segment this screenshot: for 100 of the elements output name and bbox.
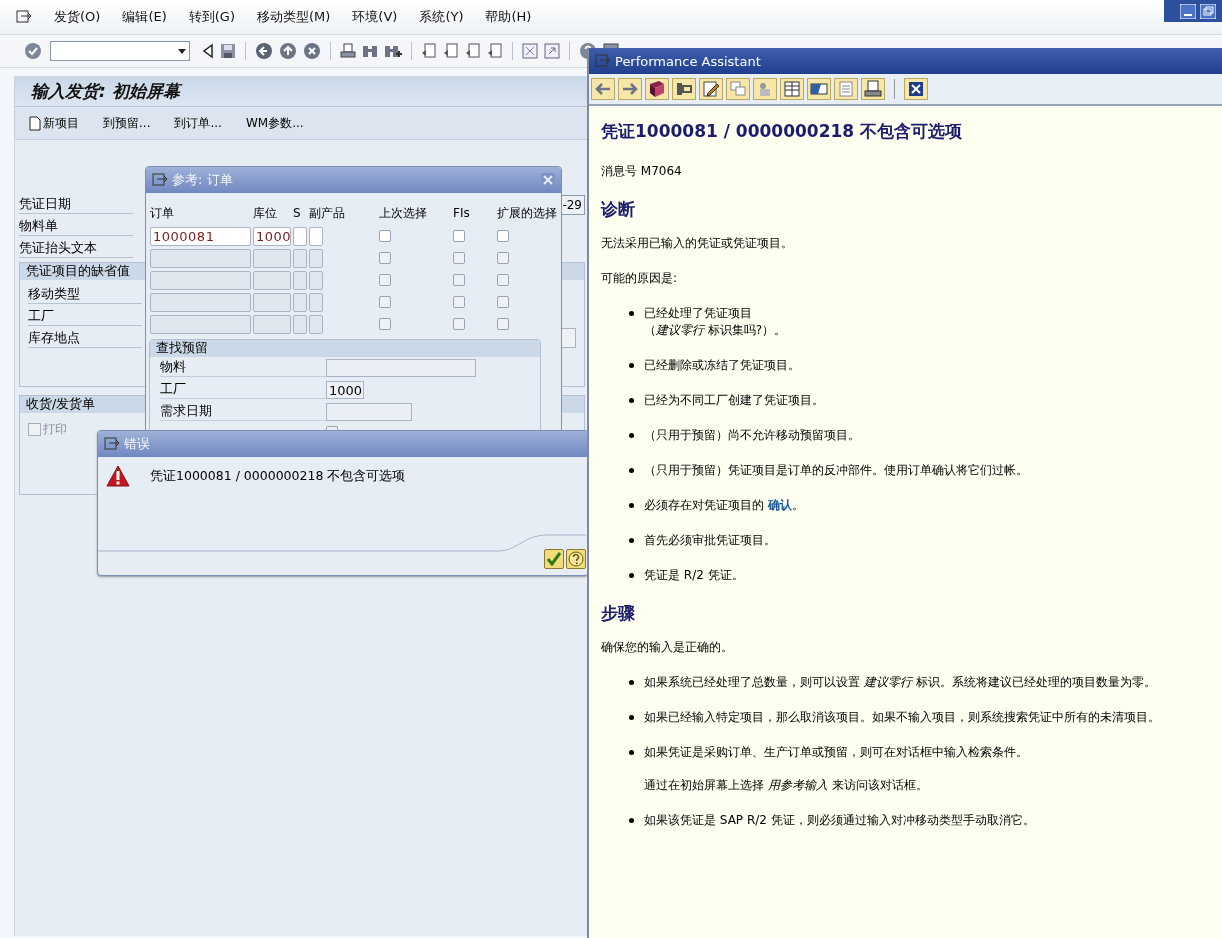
help-text: 必须存在对凭证项目的 确认。 bbox=[644, 497, 804, 514]
field-label: 凭证日期 bbox=[19, 196, 133, 214]
help-text: 已经删除或冻结了凭证项目。 bbox=[644, 357, 800, 374]
help-text: 可能的原因是: bbox=[601, 270, 679, 287]
checkbox[interactable] bbox=[379, 296, 391, 308]
window-menu-icon[interactable] bbox=[152, 173, 168, 187]
window-menu-icon[interactable] bbox=[104, 437, 120, 451]
checkbox[interactable] bbox=[453, 318, 465, 330]
group-title: 收货/发货单 bbox=[26, 396, 96, 413]
storage-field[interactable]: 1000 bbox=[253, 226, 291, 246]
checkbox[interactable] bbox=[379, 230, 391, 242]
printer-button[interactable] bbox=[861, 78, 885, 100]
s-field bbox=[293, 292, 307, 312]
menu-item[interactable]: 移动类型(M) bbox=[256, 8, 331, 26]
input-field[interactable] bbox=[326, 403, 412, 421]
bullet-icon bbox=[629, 818, 634, 823]
up-arrow-circle-icon[interactable] bbox=[279, 42, 297, 60]
column-header: 订单 bbox=[150, 204, 175, 222]
left-arrow-button[interactable] bbox=[591, 78, 615, 100]
menu-item[interactable]: 系统(Y) bbox=[419, 8, 464, 26]
by-product-field bbox=[309, 248, 323, 268]
menu-item[interactable]: 帮助(H) bbox=[485, 8, 532, 26]
checkbox[interactable] bbox=[497, 230, 509, 242]
close-icon[interactable] bbox=[541, 173, 555, 187]
help-text: 确保您的输入是正确的。 bbox=[601, 639, 734, 656]
order-field[interactable]: 1000081 bbox=[150, 226, 251, 246]
triangle-left-icon[interactable] bbox=[202, 43, 214, 59]
toolbar-action[interactable]: 到订单... bbox=[174, 114, 222, 132]
menu-item[interactable]: 转到(G) bbox=[188, 8, 235, 26]
bullet-icon bbox=[629, 503, 634, 508]
menu-item[interactable]: 编辑(E) bbox=[122, 8, 167, 26]
field-label: 凭证抬头文本 bbox=[19, 240, 133, 258]
bullet-icon bbox=[629, 433, 634, 438]
bullet-icon bbox=[629, 573, 634, 578]
field-label: 物料 bbox=[160, 359, 326, 377]
s-field bbox=[293, 270, 307, 290]
checkbox[interactable] bbox=[453, 252, 465, 264]
bullet-icon bbox=[629, 750, 634, 755]
panel-button[interactable] bbox=[807, 78, 831, 100]
help-text: 通过在初始屏幕上选择 用参考输入 来访问该对话框。 bbox=[644, 777, 929, 794]
pencil-button[interactable] bbox=[699, 78, 723, 100]
help-text: （只用于预留）凭证项目是订单的反冲部件。使用订单确认将它们过帐。 bbox=[644, 462, 1028, 479]
close-button[interactable] bbox=[904, 78, 928, 100]
column-header: 扩展的选择 bbox=[497, 204, 558, 222]
input-field[interactable]: 1000 bbox=[326, 381, 364, 399]
group-title: 凭证项目的缺省值 bbox=[26, 263, 130, 280]
menu-item[interactable]: 环境(V) bbox=[352, 8, 398, 26]
tool-button[interactable] bbox=[672, 78, 696, 100]
help-link[interactable]: 确认 bbox=[767, 498, 792, 512]
book-icon bbox=[647, 79, 667, 99]
dialog-title: 错误 bbox=[124, 435, 150, 453]
close-icon bbox=[906, 79, 926, 99]
input-field[interactable] bbox=[326, 359, 476, 377]
help-text: 凭证是 R/2 凭证。 bbox=[644, 567, 744, 584]
pages-icon bbox=[728, 79, 748, 99]
checkbox-label: 打印 bbox=[43, 421, 67, 438]
checkbox[interactable] bbox=[453, 274, 465, 286]
minimize-button[interactable] bbox=[1180, 3, 1196, 19]
help-button[interactable] bbox=[566, 549, 586, 569]
left-arrow-circle-icon[interactable] bbox=[255, 42, 273, 60]
s-field[interactable] bbox=[293, 226, 307, 246]
window-menu-icon[interactable] bbox=[16, 10, 32, 24]
checkbox[interactable] bbox=[497, 318, 509, 330]
help-text: （建议零行 标识集吗?）。 bbox=[644, 322, 787, 339]
list-icon bbox=[836, 79, 856, 99]
toolbar-action[interactable]: 到预留... bbox=[103, 114, 151, 132]
toolbar-action[interactable]: 新项目 bbox=[29, 114, 79, 132]
checkbox[interactable] bbox=[453, 230, 465, 242]
command-field[interactable] bbox=[50, 41, 190, 61]
menu-item[interactable]: 发货(O) bbox=[54, 8, 101, 26]
checkbox[interactable] bbox=[379, 274, 391, 286]
right-arrow-button[interactable] bbox=[618, 78, 642, 100]
bullet-icon bbox=[629, 468, 634, 473]
book-button[interactable] bbox=[645, 78, 669, 100]
column-header: 库位 bbox=[253, 204, 278, 222]
error-message: 凭证1000081 / 0000000218 不包含可选项 bbox=[150, 467, 406, 485]
checkbox[interactable] bbox=[497, 274, 509, 286]
confirm-button[interactable] bbox=[544, 549, 564, 569]
binoculars-plus-icon[interactable] bbox=[384, 43, 402, 59]
checkbox[interactable] bbox=[453, 296, 465, 308]
question-mark-icon bbox=[568, 551, 584, 567]
window-grid-icon[interactable] bbox=[522, 43, 538, 59]
checkbox[interactable] bbox=[497, 252, 509, 264]
section-heading: 诊断 bbox=[601, 198, 636, 221]
printer-icon[interactable] bbox=[340, 43, 356, 59]
group-title: 查找预留 bbox=[156, 340, 208, 357]
binoculars-icon[interactable] bbox=[362, 43, 378, 59]
checkbox[interactable] bbox=[379, 252, 391, 264]
field-label: 工厂 bbox=[160, 381, 326, 399]
restore-button[interactable] bbox=[1200, 3, 1216, 19]
checkbox[interactable] bbox=[497, 296, 509, 308]
help-text: 如果系统已经处理了总数量，则可以设置 建议零行 标识。系统将建议已经处理的项目数量为零。 bbox=[644, 674, 1156, 691]
toolbar-action[interactable]: WM参数... bbox=[245, 114, 304, 132]
bullet-icon bbox=[629, 363, 634, 368]
x-circle-icon[interactable] bbox=[303, 42, 321, 60]
grid-button[interactable] bbox=[780, 78, 804, 100]
checkbox[interactable] bbox=[379, 318, 391, 330]
help-text: 首先必须审批凭证项目。 bbox=[644, 532, 776, 549]
check-circle-icon[interactable] bbox=[24, 42, 42, 60]
by-product-field[interactable] bbox=[309, 226, 323, 246]
